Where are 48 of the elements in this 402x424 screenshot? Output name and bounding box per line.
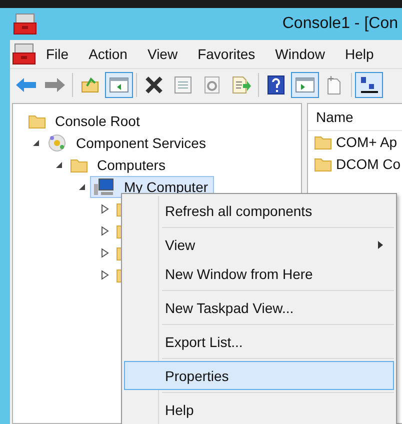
tree-pane-icon xyxy=(109,77,129,93)
collapsed-arrow-icon[interactable] xyxy=(101,270,109,280)
collapsed-arrow-icon[interactable] xyxy=(101,226,109,236)
back-arrow-icon xyxy=(15,77,37,93)
folder-icon xyxy=(314,134,332,150)
collapsed-arrow-icon[interactable] xyxy=(101,248,109,258)
delete-icon xyxy=(145,76,163,94)
tree-item[interactable]: Computers xyxy=(67,154,172,176)
menu-item[interactable]: View xyxy=(137,43,188,65)
tree-item[interactable]: Component Services xyxy=(44,132,212,154)
action-pane-icon xyxy=(295,77,315,93)
new-window-icon xyxy=(325,75,343,95)
menu-item[interactable]: File xyxy=(36,43,79,65)
menu-item[interactable]: Properties xyxy=(124,361,394,390)
properties-icon xyxy=(174,76,192,94)
list-item[interactable]: COM+ Ap xyxy=(336,134,398,150)
toolbox-icon xyxy=(13,12,37,36)
window-title: Console1 - [Con xyxy=(282,15,398,33)
view-icon xyxy=(360,76,378,94)
help-icon xyxy=(267,75,285,95)
menu-item[interactable]: Export List... xyxy=(124,327,394,356)
menu-item[interactable]: Window xyxy=(265,43,335,65)
folder-icon xyxy=(314,156,332,172)
menu-item[interactable]: Help xyxy=(124,395,394,424)
collapsed-arrow-icon[interactable] xyxy=(101,204,109,214)
menu-item[interactable]: New Window from Here xyxy=(124,259,394,288)
expanded-arrow-icon[interactable] xyxy=(32,139,40,147)
forward-arrow-icon xyxy=(44,77,66,93)
expanded-arrow-icon[interactable] xyxy=(78,183,86,191)
folder-icon xyxy=(28,113,46,129)
folder-icon xyxy=(70,157,88,173)
menu-item[interactable]: Refresh all components xyxy=(124,196,394,225)
menu-item[interactable]: New Taskpad View... xyxy=(124,293,394,322)
toolbar-button[interactable] xyxy=(355,72,383,98)
up-folder-icon xyxy=(81,77,99,93)
export-list-icon xyxy=(231,76,251,94)
menu-item[interactable]: View xyxy=(124,230,394,259)
list-item[interactable]: DCOM Co xyxy=(336,156,401,172)
expanded-arrow-icon[interactable] xyxy=(55,161,63,169)
menu-item[interactable]: Action xyxy=(78,43,138,65)
refresh-icon xyxy=(204,76,220,94)
toolbox-icon[interactable] xyxy=(12,42,36,66)
menu-item[interactable]: Help xyxy=(334,43,384,65)
computer-icon xyxy=(93,178,115,196)
menu-item[interactable]: Favorites xyxy=(188,43,266,65)
submenu-arrow-icon xyxy=(378,240,383,248)
tree-item[interactable]: Console Root xyxy=(25,110,146,132)
column-header[interactable]: Name xyxy=(308,104,402,131)
